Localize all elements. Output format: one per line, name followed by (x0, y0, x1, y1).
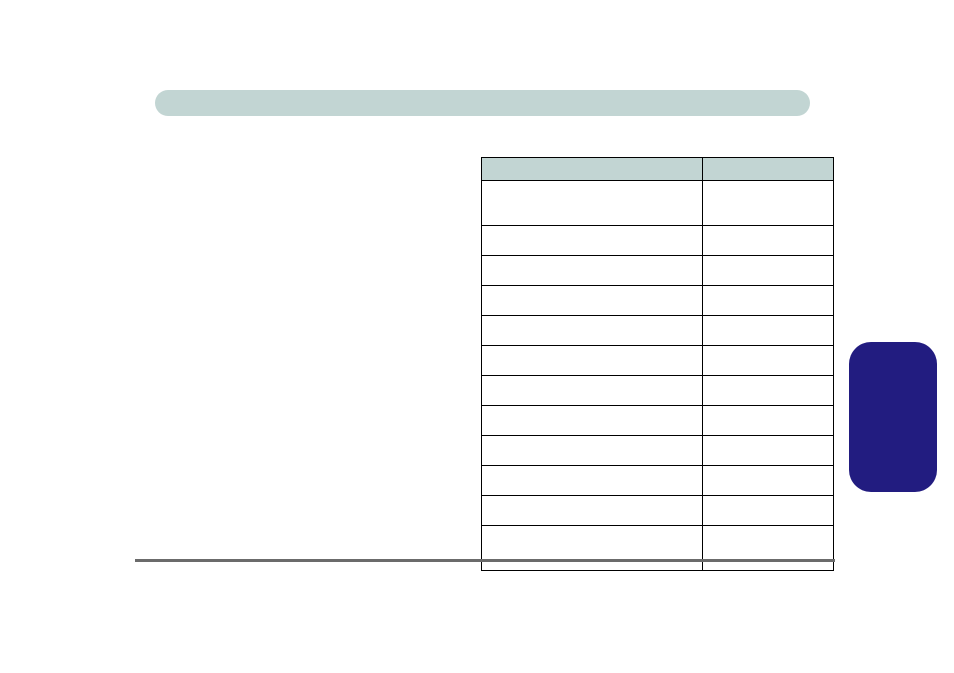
table-header-cell (703, 158, 834, 181)
table-row (482, 526, 834, 571)
table-row (482, 256, 834, 286)
table-cell (482, 496, 703, 526)
table-cell (703, 376, 834, 406)
table-row (482, 286, 834, 316)
table-row (482, 181, 834, 226)
table-cell (703, 406, 834, 436)
table-cell (703, 286, 834, 316)
table-cell (482, 436, 703, 466)
table-row (482, 316, 834, 346)
table-row (482, 376, 834, 406)
table-cell (703, 226, 834, 256)
table-header-cell (482, 158, 703, 181)
table-cell (482, 316, 703, 346)
table-cell (482, 256, 703, 286)
table-cell (482, 526, 703, 571)
table-row (482, 436, 834, 466)
table-cell (482, 226, 703, 256)
table-cell (703, 346, 834, 376)
table-cell (703, 526, 834, 571)
table-row (482, 466, 834, 496)
table-cell (482, 406, 703, 436)
table-cell (482, 181, 703, 226)
table-cell (703, 256, 834, 286)
table-row (482, 346, 834, 376)
table-cell (482, 376, 703, 406)
table-cell (482, 286, 703, 316)
header-bar (155, 90, 810, 116)
table-cell (703, 436, 834, 466)
table-cell (482, 466, 703, 496)
horizontal-divider (135, 559, 835, 562)
table-row (482, 496, 834, 526)
table-cell (703, 181, 834, 226)
table-cell (703, 466, 834, 496)
table-body (482, 181, 834, 571)
table-cell (703, 496, 834, 526)
table-row (482, 406, 834, 436)
table-cell (482, 346, 703, 376)
side-tab[interactable] (849, 342, 937, 492)
data-table (481, 157, 834, 571)
table-cell (703, 316, 834, 346)
table-row (482, 226, 834, 256)
table-header-row (482, 158, 834, 181)
